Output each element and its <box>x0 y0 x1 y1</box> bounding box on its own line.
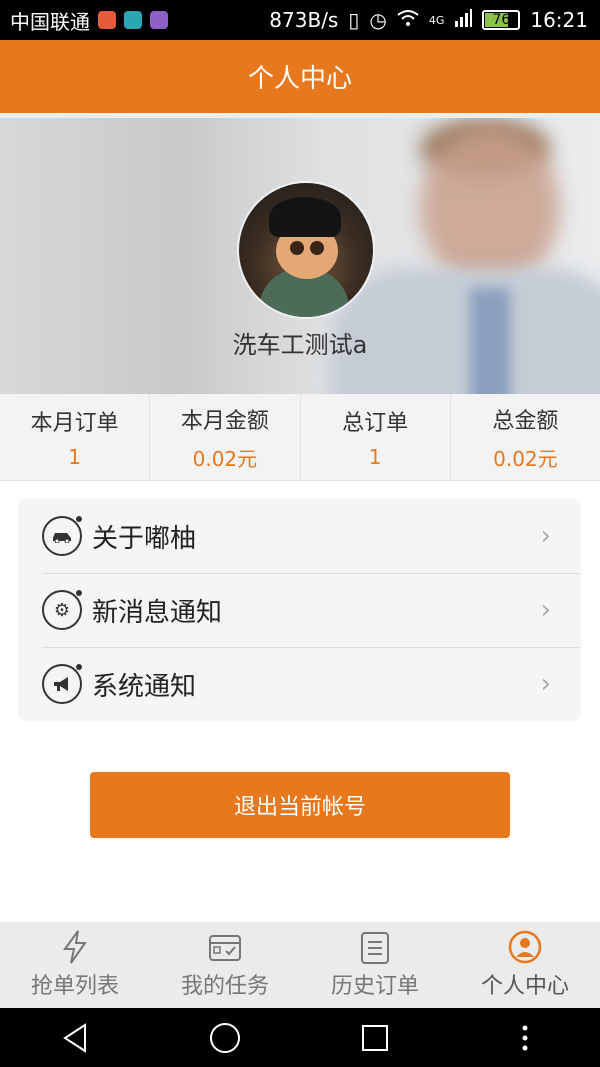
page-title: 个人中心 <box>247 64 352 94</box>
tab-profile[interactable]: 个人中心 <box>450 922 600 1008</box>
alarm-icon: ◷ <box>369 8 387 32</box>
time: 16:21 <box>530 8 588 32</box>
stat-value: 1 <box>68 445 81 469</box>
system-nav-bar <box>0 1008 600 1067</box>
megaphone-icon <box>42 664 82 704</box>
settings-menu: 关于嘟柚 › ⚙ 新消息通知 › 系统通知 › <box>18 499 581 721</box>
stat-monthly-orders: 本月订单 1 <box>0 394 151 480</box>
battery-icon: 76 <box>482 10 521 30</box>
logout-button[interactable]: 退出当前帐号 <box>90 772 510 838</box>
menu-item-system-notice[interactable]: 系统通知 › <box>18 647 581 721</box>
more-menu-icon[interactable] <box>495 1008 555 1067</box>
status-bar: 中国联通 873B/s ▯ ◷ 4G 76 16:21 <box>0 0 600 40</box>
tab-label: 我的任务 <box>180 974 269 999</box>
tab-my-tasks[interactable]: 我的任务 <box>150 922 300 1008</box>
back-icon[interactable] <box>45 1008 105 1067</box>
menu-item-new-message-notice[interactable]: ⚙ 新消息通知 › <box>18 573 581 647</box>
menu-item-about[interactable]: 关于嘟柚 › <box>18 499 581 573</box>
home-icon[interactable] <box>195 1008 255 1067</box>
recents-icon[interactable] <box>345 1008 405 1067</box>
tab-history-orders[interactable]: 历史订单 <box>300 922 450 1008</box>
menu-item-label: 新消息通知 <box>92 597 223 628</box>
app-notification-icon <box>98 11 116 29</box>
chevron-right-icon: › <box>540 521 551 551</box>
stat-value: 0.02元 <box>493 446 558 471</box>
gallery-notification-icon <box>150 11 168 29</box>
lightning-icon <box>58 930 92 964</box>
stat-value: 1 <box>368 445 382 469</box>
menu-item-label: 系统通知 <box>92 671 197 702</box>
net-speed: 873B/s <box>269 8 339 32</box>
calendar-check-icon <box>208 930 242 964</box>
stat-total-amount: 总金额 0.02元 <box>451 394 600 480</box>
page-title-bar: 个人中心 <box>0 40 600 113</box>
stat-value: 0.02元 <box>192 446 258 471</box>
stat-total-orders: 总订单 1 <box>301 394 451 480</box>
carrier-label: 中国联通 <box>10 9 90 34</box>
stat-label: 本月订单 <box>30 411 119 436</box>
tab-label: 个人中心 <box>480 974 569 999</box>
vibrate-icon: ▯ <box>348 8 360 32</box>
tab-label: 抢单列表 <box>30 974 119 999</box>
stat-monthly-amount: 本月金额 0.02元 <box>150 394 301 480</box>
battery-level: 76 <box>492 12 511 28</box>
stat-label: 总订单 <box>342 411 409 436</box>
android-notification-icon <box>124 11 142 29</box>
clipboard-icon <box>358 930 392 964</box>
bottom-tab-bar: 抢单列表 我的任务 历史订单 个人中心 <box>0 922 600 1008</box>
gear-icon: ⚙ <box>42 590 82 630</box>
tab-label: 历史订单 <box>330 974 419 999</box>
stat-label: 本月金额 <box>180 408 269 434</box>
user-icon <box>508 930 542 964</box>
username: 洗车工测试a <box>232 331 368 359</box>
avatar[interactable] <box>237 181 375 319</box>
stats-row: 本月订单 1 本月金额 0.02元 总订单 1 总金额 0.02元 <box>0 394 600 481</box>
tab-grab-orders[interactable]: 抢单列表 <box>0 922 150 1008</box>
car-icon <box>42 516 82 556</box>
signal-icon <box>454 8 473 32</box>
stat-label: 总金额 <box>492 408 559 434</box>
wifi-icon <box>397 8 419 32</box>
network-type: 4G <box>428 13 445 27</box>
chevron-right-icon: › <box>540 669 551 699</box>
menu-item-label: 关于嘟柚 <box>92 523 197 554</box>
chevron-right-icon: › <box>540 595 551 625</box>
